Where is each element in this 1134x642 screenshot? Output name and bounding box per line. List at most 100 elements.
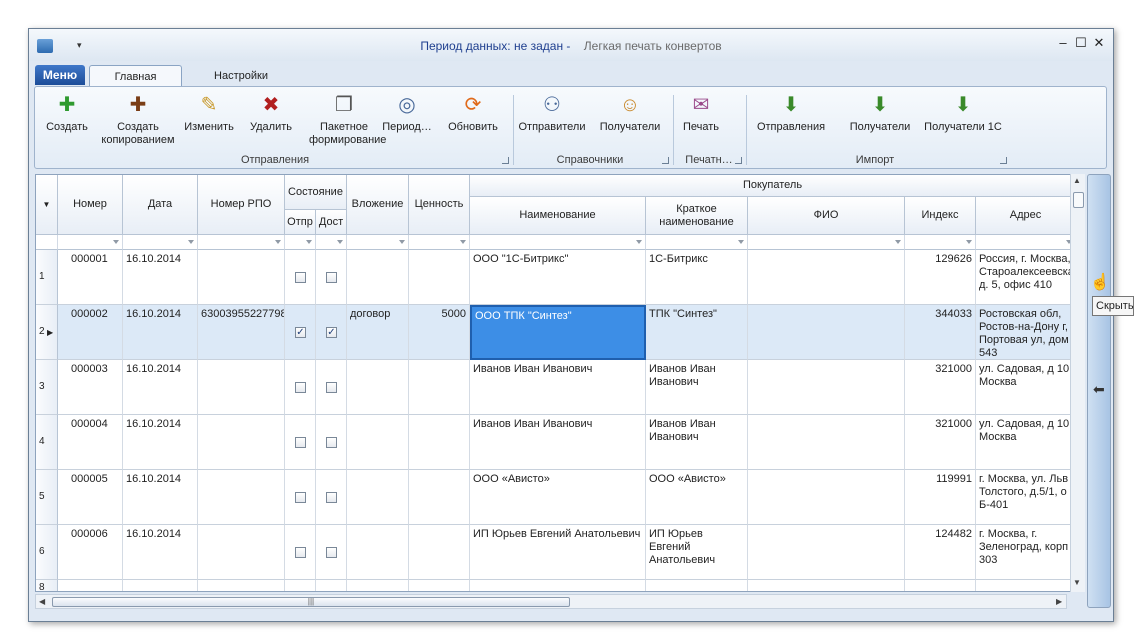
- header-value[interactable]: Ценность: [409, 175, 470, 235]
- cell-value[interactable]: 5000: [409, 305, 470, 360]
- new-row-cell[interactable]: [58, 580, 123, 591]
- cell-short_name[interactable]: Иванов Иван Иванович: [646, 360, 748, 415]
- cell-value[interactable]: [409, 470, 470, 525]
- new-row-cell[interactable]: [347, 580, 409, 591]
- new-row-cell[interactable]: [748, 580, 905, 591]
- header-rpo[interactable]: Номер РПО: [198, 175, 285, 235]
- new-row-header[interactable]: 8: [36, 580, 58, 591]
- filter-fio[interactable]: [748, 235, 905, 250]
- filter-dropdown-icon[interactable]: [306, 240, 312, 244]
- cell-sent[interactable]: [285, 415, 316, 470]
- sent-checkbox[interactable]: ✓: [295, 327, 306, 338]
- new-row-cell[interactable]: [646, 580, 748, 591]
- delivered-checkbox[interactable]: [326, 492, 337, 503]
- ribbon-button-12[interactable]: ⬇ Получатели 1С: [920, 93, 1006, 134]
- ribbon-button-10[interactable]: ⬇ Отправления: [752, 93, 830, 134]
- cell-short_name[interactable]: ООО «Ависто»: [646, 470, 748, 525]
- delivered-checkbox[interactable]: [326, 382, 337, 393]
- ribbon-button-2[interactable]: ✎ Изменить: [181, 93, 237, 134]
- cell-delivered[interactable]: ✓: [316, 305, 347, 360]
- cell-rpo[interactable]: [198, 250, 285, 305]
- cell-number[interactable]: 000006: [58, 525, 123, 580]
- cell-attachment[interactable]: [347, 470, 409, 525]
- filter-name[interactable]: [470, 235, 646, 250]
- minimize-button[interactable]: –: [1055, 35, 1071, 50]
- header-delivered[interactable]: Дост: [316, 210, 347, 235]
- scroll-left-icon[interactable]: ◀: [39, 597, 45, 606]
- cell-short_name[interactable]: ТПК "Синтез": [646, 305, 748, 360]
- header-index[interactable]: Индекс: [905, 197, 976, 235]
- sent-checkbox[interactable]: [295, 272, 306, 283]
- row-header[interactable]: 4: [36, 415, 58, 470]
- ribbon-button-5[interactable]: ◎ Период…: [378, 93, 436, 134]
- delivered-checkbox[interactable]: [326, 272, 337, 283]
- cell-value[interactable]: [409, 250, 470, 305]
- group-expand-icon[interactable]: [1000, 157, 1007, 164]
- vertical-scrollbar[interactable]: ▲ ▼: [1070, 174, 1085, 592]
- cell-fio[interactable]: [748, 525, 905, 580]
- cell-name[interactable]: ООО ТПК "Синтез": [470, 305, 646, 360]
- cell-index[interactable]: 129626: [905, 250, 976, 305]
- filter-dropdown-icon[interactable]: [738, 240, 744, 244]
- filter-dropdown-icon[interactable]: [113, 240, 119, 244]
- cell-rpo[interactable]: 63003955227798: [198, 305, 285, 360]
- cell-short_name[interactable]: 1С-Битрикс: [646, 250, 748, 305]
- group-expand-icon[interactable]: [502, 157, 509, 164]
- new-row-cell[interactable]: [285, 580, 316, 591]
- horizontal-scrollbar[interactable]: ◀ ||| ▶: [35, 594, 1067, 609]
- cell-attachment[interactable]: [347, 525, 409, 580]
- cell-short_name[interactable]: ИП Юрьев Евгений Анатольевич: [646, 525, 748, 580]
- cell-index[interactable]: 321000: [905, 360, 976, 415]
- group-expand-icon[interactable]: [662, 157, 669, 164]
- new-row-cell[interactable]: [316, 580, 347, 591]
- cell-date[interactable]: 16.10.2014: [123, 470, 198, 525]
- cell-attachment[interactable]: договор: [347, 305, 409, 360]
- cell-delivered[interactable]: [316, 525, 347, 580]
- cell-date[interactable]: 16.10.2014: [123, 250, 198, 305]
- cell-number[interactable]: 000003: [58, 360, 123, 415]
- tab-main[interactable]: Главная: [89, 65, 182, 87]
- cell-address[interactable]: г. Москва, ул. Льв Толстого, д.5/1, о Б-…: [976, 470, 1076, 525]
- cell-date[interactable]: 16.10.2014: [123, 305, 198, 360]
- cell-short_name[interactable]: Иванов Иван Иванович: [646, 415, 748, 470]
- cell-rpo[interactable]: [198, 525, 285, 580]
- cell-name[interactable]: Иванов Иван Иванович: [470, 360, 646, 415]
- cell-name[interactable]: ООО «Ависто»: [470, 470, 646, 525]
- cell-fio[interactable]: [748, 470, 905, 525]
- header-name[interactable]: Наименование: [470, 197, 646, 235]
- filter-dropdown-icon[interactable]: [460, 240, 466, 244]
- cell-number[interactable]: 000005: [58, 470, 123, 525]
- new-row-cell[interactable]: [905, 580, 976, 591]
- scroll-up-icon[interactable]: ▲: [1073, 176, 1081, 185]
- row-header[interactable]: 2 ▶: [36, 305, 58, 360]
- cell-index[interactable]: 119991: [905, 470, 976, 525]
- row-header[interactable]: 1: [36, 250, 58, 305]
- filter-dropdown-icon[interactable]: [966, 240, 972, 244]
- maximize-button[interactable]: ☐: [1073, 35, 1089, 51]
- ribbon-button-9[interactable]: ✉ Печать: [670, 93, 732, 134]
- filter-short_name[interactable]: [646, 235, 748, 250]
- cell-number[interactable]: 000002: [58, 305, 123, 360]
- new-row-cell[interactable]: [123, 580, 198, 591]
- cell-index[interactable]: 321000: [905, 415, 976, 470]
- filter-delivered[interactable]: [316, 235, 347, 250]
- sent-checkbox[interactable]: [295, 492, 306, 503]
- filter-rpo[interactable]: [198, 235, 285, 250]
- filter-dropdown-icon[interactable]: [636, 240, 642, 244]
- vertical-scroll-thumb[interactable]: [1073, 192, 1084, 208]
- ribbon-button-8[interactable]: ☺ Получатели: [595, 93, 665, 134]
- cell-date[interactable]: 16.10.2014: [123, 525, 198, 580]
- cell-date[interactable]: 16.10.2014: [123, 360, 198, 415]
- column-chooser-button[interactable]: ▼: [36, 175, 58, 235]
- header-short-name[interactable]: Краткое наименование: [646, 197, 748, 235]
- cell-name[interactable]: Иванов Иван Иванович: [470, 415, 646, 470]
- cell-address[interactable]: г. Москва, г. Зеленоград, корп 303: [976, 525, 1076, 580]
- cell-fio[interactable]: [748, 305, 905, 360]
- cell-attachment[interactable]: [347, 250, 409, 305]
- cell-fio[interactable]: [748, 250, 905, 305]
- row-header[interactable]: 5: [36, 470, 58, 525]
- header-address[interactable]: Адрес: [976, 197, 1076, 235]
- ribbon-button-0[interactable]: ✚ Создать: [39, 93, 95, 134]
- sent-checkbox[interactable]: [295, 547, 306, 558]
- new-row-cell[interactable]: [976, 580, 1076, 591]
